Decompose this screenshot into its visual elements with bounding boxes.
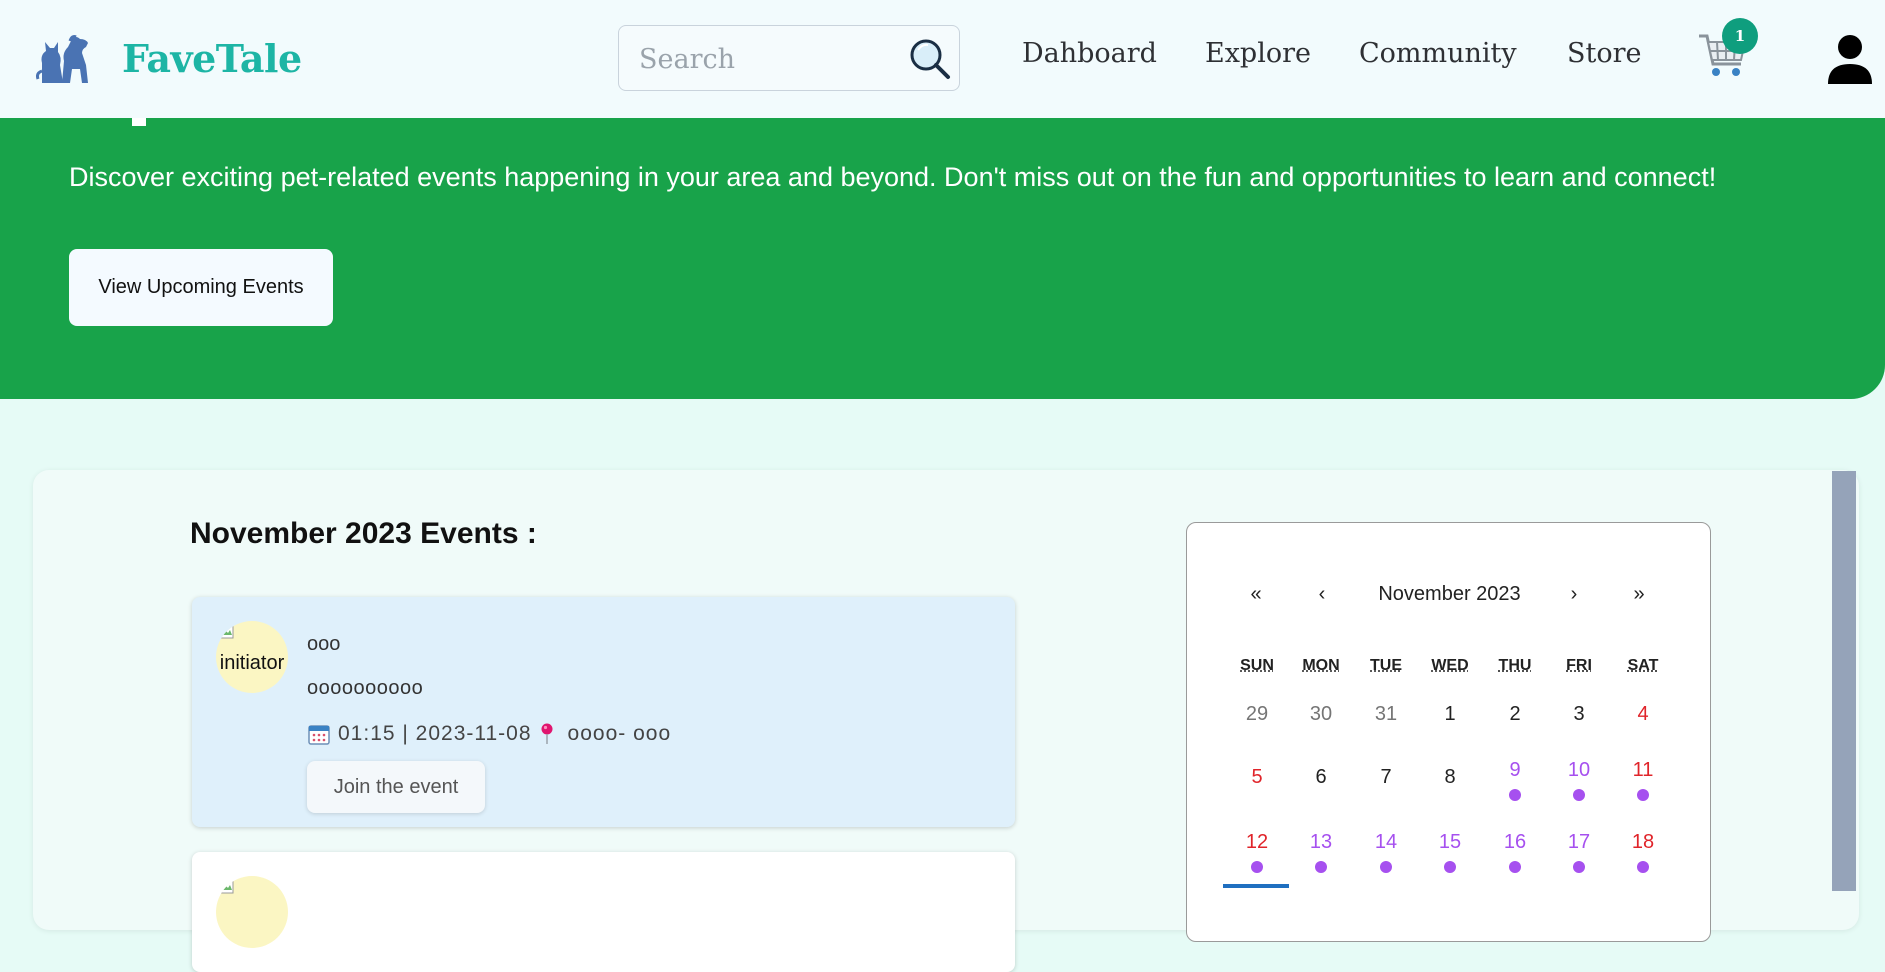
event-indicator-dot <box>1251 861 1263 873</box>
nav-community[interactable]: Community <box>1359 38 1517 69</box>
calendar-day-with-event[interactable]: 14 <box>1356 831 1416 879</box>
event-indicator-dot <box>1573 861 1585 873</box>
day-number: 16 <box>1503 831 1527 853</box>
event-indicator-dot <box>1509 861 1521 873</box>
day-number: 7 <box>1380 766 1392 788</box>
calendar-day-with-event[interactable]: 11 <box>1613 759 1673 807</box>
calendar-day[interactable]: 2 <box>1485 703 1545 751</box>
scrollbar[interactable] <box>1832 471 1856 891</box>
calendar-next-month-button[interactable]: › <box>1559 583 1589 606</box>
event-meta: 01:15 | 2023-11-08 oooo- ooo <box>308 722 671 746</box>
day-number: 14 <box>1374 831 1398 853</box>
calendar-day[interactable]: 8 <box>1420 766 1480 814</box>
location-pin-icon <box>540 723 554 745</box>
day-number: 2 <box>1509 703 1521 725</box>
day-number: 18 <box>1631 831 1655 853</box>
user-icon[interactable] <box>1826 34 1874 84</box>
day-number: 8 <box>1444 766 1456 788</box>
calendar-selected-indicator <box>1223 884 1289 888</box>
day-number: 11 <box>1632 759 1654 781</box>
join-event-button[interactable]: Join the event <box>307 761 485 813</box>
avatar-alt-text: initiator <box>219 651 285 674</box>
day-number: 1 <box>1444 703 1456 725</box>
day-number: 12 <box>1245 831 1269 853</box>
navbar: FaveTale Dahboard Explore Community Stor… <box>0 0 1885 118</box>
nav-dashboard[interactable]: Dahboard <box>1022 38 1157 69</box>
weekday-sat: SAT <box>1627 657 1659 674</box>
pets-logo-icon <box>36 33 100 83</box>
calendar-day-with-event[interactable]: 12 <box>1227 831 1287 879</box>
day-number: 9 <box>1509 759 1521 781</box>
day-number: 6 <box>1315 766 1327 788</box>
calendar-day[interactable]: 30 <box>1291 703 1351 751</box>
day-number: 15 <box>1438 831 1462 853</box>
event-description: oooooooooo <box>307 677 424 699</box>
search-input[interactable] <box>637 26 901 92</box>
cart-count-badge: 1 <box>1722 18 1758 54</box>
event-indicator-dot <box>1444 861 1456 873</box>
calendar-day-with-event[interactable]: 17 <box>1549 831 1609 879</box>
day-number: 13 <box>1309 831 1333 853</box>
nav-store[interactable]: Store <box>1567 38 1642 69</box>
calendar-day[interactable]: 3 <box>1549 703 1609 751</box>
events-heading: November 2023 Events : <box>190 517 537 550</box>
hero-title-fragment <box>132 118 146 126</box>
calendar-day[interactable]: 6 <box>1291 766 1351 814</box>
calendar-icon <box>308 723 330 745</box>
search-icon[interactable] <box>909 38 951 80</box>
calendar-day-with-event[interactable]: 9 <box>1485 759 1545 807</box>
weekday-fri: FRI <box>1566 657 1592 674</box>
event-time-date: 01:15 | 2023-11-08 <box>338 722 532 745</box>
weekday-mon: MON <box>1302 657 1340 674</box>
event-indicator-dot <box>1380 861 1392 873</box>
event-indicator-dot <box>1509 789 1521 801</box>
calendar-day-with-event[interactable]: 16 <box>1485 831 1545 879</box>
view-upcoming-events-button[interactable]: View Upcoming Events <box>69 249 333 326</box>
day-number: 29 <box>1245 703 1269 725</box>
broken-image-icon <box>220 878 234 894</box>
calendar-day-with-event[interactable]: 15 <box>1420 831 1480 879</box>
event-card <box>192 852 1015 972</box>
calendar-day[interactable]: 4 <box>1613 703 1673 751</box>
broken-image-icon <box>220 623 234 639</box>
calendar-day[interactable]: 5 <box>1227 766 1287 814</box>
calendar-next-year-button[interactable]: » <box>1624 583 1654 606</box>
weekday-thu: THU <box>1498 657 1532 674</box>
day-number: 4 <box>1637 703 1649 725</box>
day-number: 17 <box>1567 831 1591 853</box>
event-indicator-dot <box>1573 789 1585 801</box>
brand-name: FaveTale <box>122 35 302 81</box>
event-card: initiator ooo oooooooooo 01:15 | 2023-11… <box>192 597 1015 827</box>
weekday-tue: TUE <box>1370 657 1402 674</box>
day-number: 5 <box>1251 766 1263 788</box>
hero-description: Discover exciting pet-related events hap… <box>69 162 1717 192</box>
event-indicator-dot <box>1637 789 1649 801</box>
brand-logo[interactable]: FaveTale <box>36 30 302 86</box>
day-number: 10 <box>1567 759 1591 781</box>
day-number: 31 <box>1374 703 1398 725</box>
event-calendar: « ‹ November 2023 › » SUN MON TUE WED TH… <box>1186 522 1711 942</box>
calendar-day[interactable]: 29 <box>1227 703 1287 751</box>
calendar-day[interactable]: 1 <box>1420 703 1480 751</box>
weekday-sun: SUN <box>1240 657 1274 674</box>
calendar-day[interactable]: 31 <box>1356 703 1416 751</box>
day-number: 30 <box>1309 703 1333 725</box>
avatar: initiator <box>216 621 288 693</box>
hero-banner: Discover exciting pet-related events hap… <box>0 118 1885 399</box>
weekday-wed: WED <box>1431 657 1469 674</box>
event-indicator-dot <box>1315 861 1327 873</box>
calendar-day-with-event[interactable]: 10 <box>1549 759 1609 807</box>
event-title: ooo <box>307 633 341 655</box>
search-box <box>618 25 960 92</box>
event-indicator-dot <box>1637 861 1649 873</box>
calendar-day-with-event[interactable]: 18 <box>1613 831 1673 879</box>
calendar-day-with-event[interactable]: 13 <box>1291 831 1351 879</box>
calendar-day[interactable]: 7 <box>1356 766 1416 814</box>
day-number: 3 <box>1573 703 1585 725</box>
nav-explore[interactable]: Explore <box>1205 38 1311 69</box>
event-location: oooo- ooo <box>567 722 672 745</box>
